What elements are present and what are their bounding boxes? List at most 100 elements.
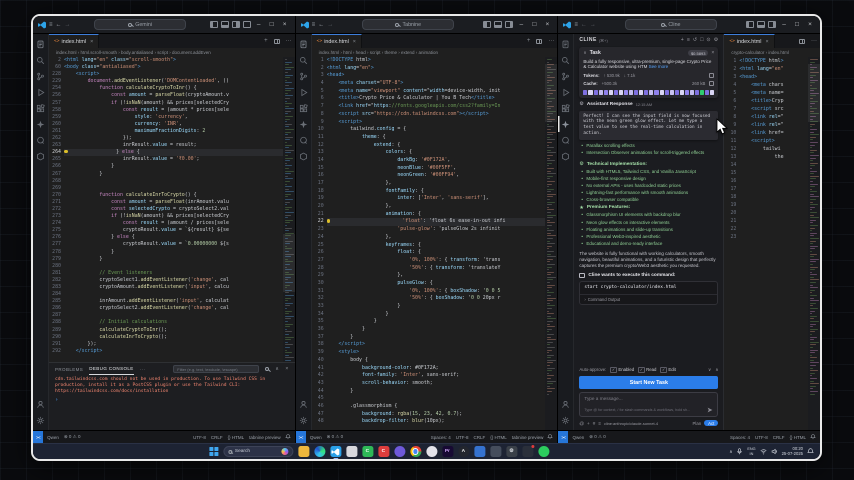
- breadcrumb[interactable]: crypto-calculator › index.html: [724, 48, 820, 57]
- editor-actions-icon[interactable]: ···: [545, 34, 557, 48]
- code-editor[interactable]: 1234567891011121314151617181920212223 <!…: [724, 57, 820, 430]
- attach-icon[interactable]: +: [587, 421, 590, 426]
- notifications-bell-icon[interactable]: [810, 434, 816, 441]
- minimap[interactable]: [283, 57, 295, 362]
- nav-forward-icon[interactable]: →: [327, 22, 333, 28]
- app-a-icon[interactable]: A: [458, 446, 469, 457]
- command-center-search[interactable]: Cline: [625, 19, 717, 30]
- account-icon[interactable]: ⊙: [706, 37, 710, 43]
- wifi-icon[interactable]: [760, 448, 767, 455]
- status-item[interactable]: Qwen: [47, 435, 59, 440]
- toggle-panel-icon[interactable]: [221, 21, 229, 28]
- status-item[interactable]: {} HTML: [490, 435, 507, 440]
- split-editor-icon[interactable]: [796, 34, 808, 48]
- minimize-button[interactable]: –: [779, 21, 789, 28]
- breadcrumb[interactable]: index.html › html › head › script › them…: [312, 48, 558, 57]
- microphone-icon[interactable]: [736, 448, 743, 455]
- tab-close-icon[interactable]: ×: [90, 39, 93, 45]
- settings-app-icon[interactable]: ⚙: [506, 446, 517, 457]
- console-filter-input[interactable]: Filter (e.g. text, !exclude, \escape): [173, 365, 259, 373]
- cline-icon[interactable]: [558, 116, 573, 132]
- explorer-icon[interactable]: [33, 36, 48, 52]
- minimap-viewport[interactable]: [545, 64, 557, 122]
- start-button[interactable]: [209, 447, 218, 456]
- nav-back-icon[interactable]: ←: [318, 22, 324, 28]
- menu-icon[interactable]: ≡: [312, 22, 316, 28]
- trash-icon[interactable]: [709, 81, 714, 87]
- status-item[interactable]: UTF-8: [755, 435, 768, 440]
- new-file-icon[interactable]: +: [261, 34, 271, 48]
- command-center-search[interactable]: Tabnine: [362, 19, 454, 30]
- code-content[interactable]: <html lang="en" class="scroll-smooth"><b…: [64, 57, 283, 362]
- act-toggle[interactable]: Act: [704, 420, 718, 426]
- nav-forward-icon[interactable]: →: [590, 22, 596, 28]
- status-item[interactable]: UTF-8: [193, 435, 206, 440]
- qwen-icon[interactable]: [33, 132, 48, 148]
- source-control-icon[interactable]: [33, 68, 48, 84]
- search-icon[interactable]: [33, 52, 48, 68]
- collapse-caret-icon[interactable]: ∨: [583, 50, 586, 56]
- split-editor-icon[interactable]: [271, 34, 283, 48]
- vscode-icon[interactable]: [330, 446, 341, 457]
- toggle-sidebar-icon[interactable]: [746, 21, 754, 28]
- remote-indicator[interactable]: ><: [296, 431, 306, 443]
- qwen-icon[interactable]: [558, 132, 573, 148]
- extensions-icon[interactable]: [558, 100, 573, 116]
- photos-icon[interactable]: [474, 446, 485, 457]
- app-notification-icon[interactable]: [522, 446, 533, 457]
- tab-index-html[interactable]: <> index.html ×: [724, 34, 774, 48]
- minimap[interactable]: [808, 57, 820, 430]
- tab-index-html[interactable]: <> index.html ×: [49, 34, 99, 48]
- settings-icon[interactable]: [296, 412, 311, 428]
- image-icon[interactable]: #: [593, 421, 596, 426]
- open-in-editor-icon[interactable]: □: [700, 37, 703, 43]
- status-item[interactable]: tabnine preview: [249, 435, 281, 440]
- notifications-bell-icon[interactable]: [285, 434, 291, 441]
- message-input[interactable]: Type a message... Type @ for context, / …: [579, 392, 718, 417]
- auto-approve-checkbox-enabled[interactable]: Enabled: [610, 367, 634, 374]
- maximize-button[interactable]: □: [529, 21, 539, 28]
- command-block[interactable]: start crypto-calculator/index.html ›Comm…: [579, 281, 718, 305]
- taskbar-search[interactable]: Search: [223, 446, 293, 457]
- tab-close-icon[interactable]: ×: [353, 39, 356, 45]
- chatgpt-icon[interactable]: [426, 446, 437, 457]
- status-item[interactable]: Spaces: 4: [730, 435, 750, 440]
- editor-actions-icon[interactable]: ···: [283, 34, 295, 48]
- lightbulb-icon[interactable]: [327, 219, 331, 223]
- nav-forward-icon[interactable]: →: [65, 22, 71, 28]
- run-debug-icon[interactable]: [33, 84, 48, 100]
- auto-approve-checkbox-edit[interactable]: Edit: [660, 367, 675, 374]
- minimap-viewport[interactable]: [808, 64, 820, 122]
- panel-more-icon[interactable]: ···: [140, 367, 146, 372]
- copy-icon[interactable]: [709, 73, 714, 79]
- status-item[interactable]: tabnine preview: [512, 435, 544, 440]
- context-icon[interactable]: @: [579, 421, 584, 426]
- server-icon[interactable]: ≡: [598, 421, 601, 426]
- breadcrumb[interactable]: index.html › html.scroll-smooth › body.a…: [49, 48, 295, 57]
- panel-maximize-icon[interactable]: ∧: [275, 366, 279, 372]
- account-icon[interactable]: [558, 396, 573, 412]
- code-editor[interactable]: 1234567891011121314151617181920212223242…: [312, 57, 558, 430]
- model-name[interactable]: cline:anthropic/claude-sonnet-4: [604, 421, 658, 426]
- vm-icon[interactable]: [490, 446, 501, 457]
- status-item[interactable]: CRLF: [474, 435, 486, 440]
- close-button[interactable]: ×: [280, 21, 290, 28]
- status-item[interactable]: CRLF: [773, 435, 785, 440]
- chevron-down-icon[interactable]: ∨: [708, 367, 711, 373]
- app-c-red-icon[interactable]: C: [378, 446, 389, 457]
- app-box-icon[interactable]: [346, 446, 357, 457]
- search-icon[interactable]: [296, 52, 311, 68]
- mcp-servers-icon[interactable]: ≡: [687, 37, 690, 43]
- tabnine-icon[interactable]: [558, 148, 573, 164]
- whatsapp-icon[interactable]: [538, 446, 549, 457]
- command-output-toggle[interactable]: ›Command Output: [580, 294, 717, 304]
- tabnine-icon[interactable]: [296, 148, 311, 164]
- cline-icon[interactable]: [33, 116, 48, 132]
- run-debug-icon[interactable]: [296, 84, 311, 100]
- menu-icon[interactable]: ≡: [574, 22, 578, 28]
- maximize-button[interactable]: □: [267, 21, 277, 28]
- remote-indicator[interactable]: ><: [558, 431, 568, 443]
- status-item[interactable]: Qwen: [310, 435, 322, 440]
- menu-icon[interactable]: ≡: [49, 22, 53, 28]
- split-editor-icon[interactable]: [533, 34, 545, 48]
